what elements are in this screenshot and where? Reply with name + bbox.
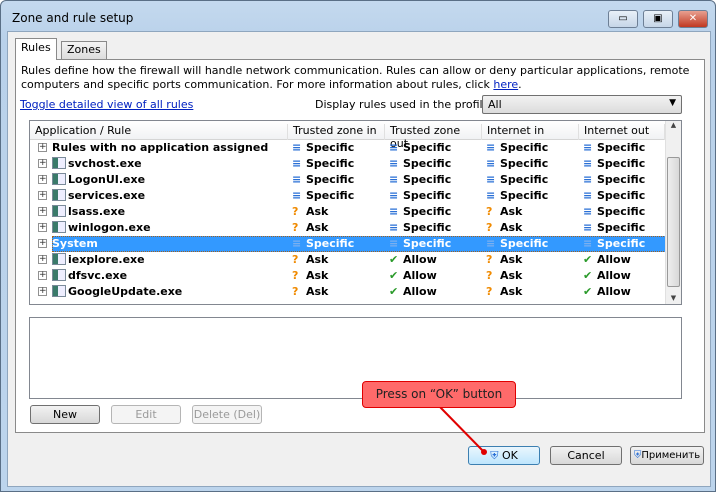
- callout-arrow: [439, 406, 487, 455]
- instruction-callout: Press on “OK” button: [362, 381, 516, 408]
- tab-rules[interactable]: Rules: [15, 38, 57, 60]
